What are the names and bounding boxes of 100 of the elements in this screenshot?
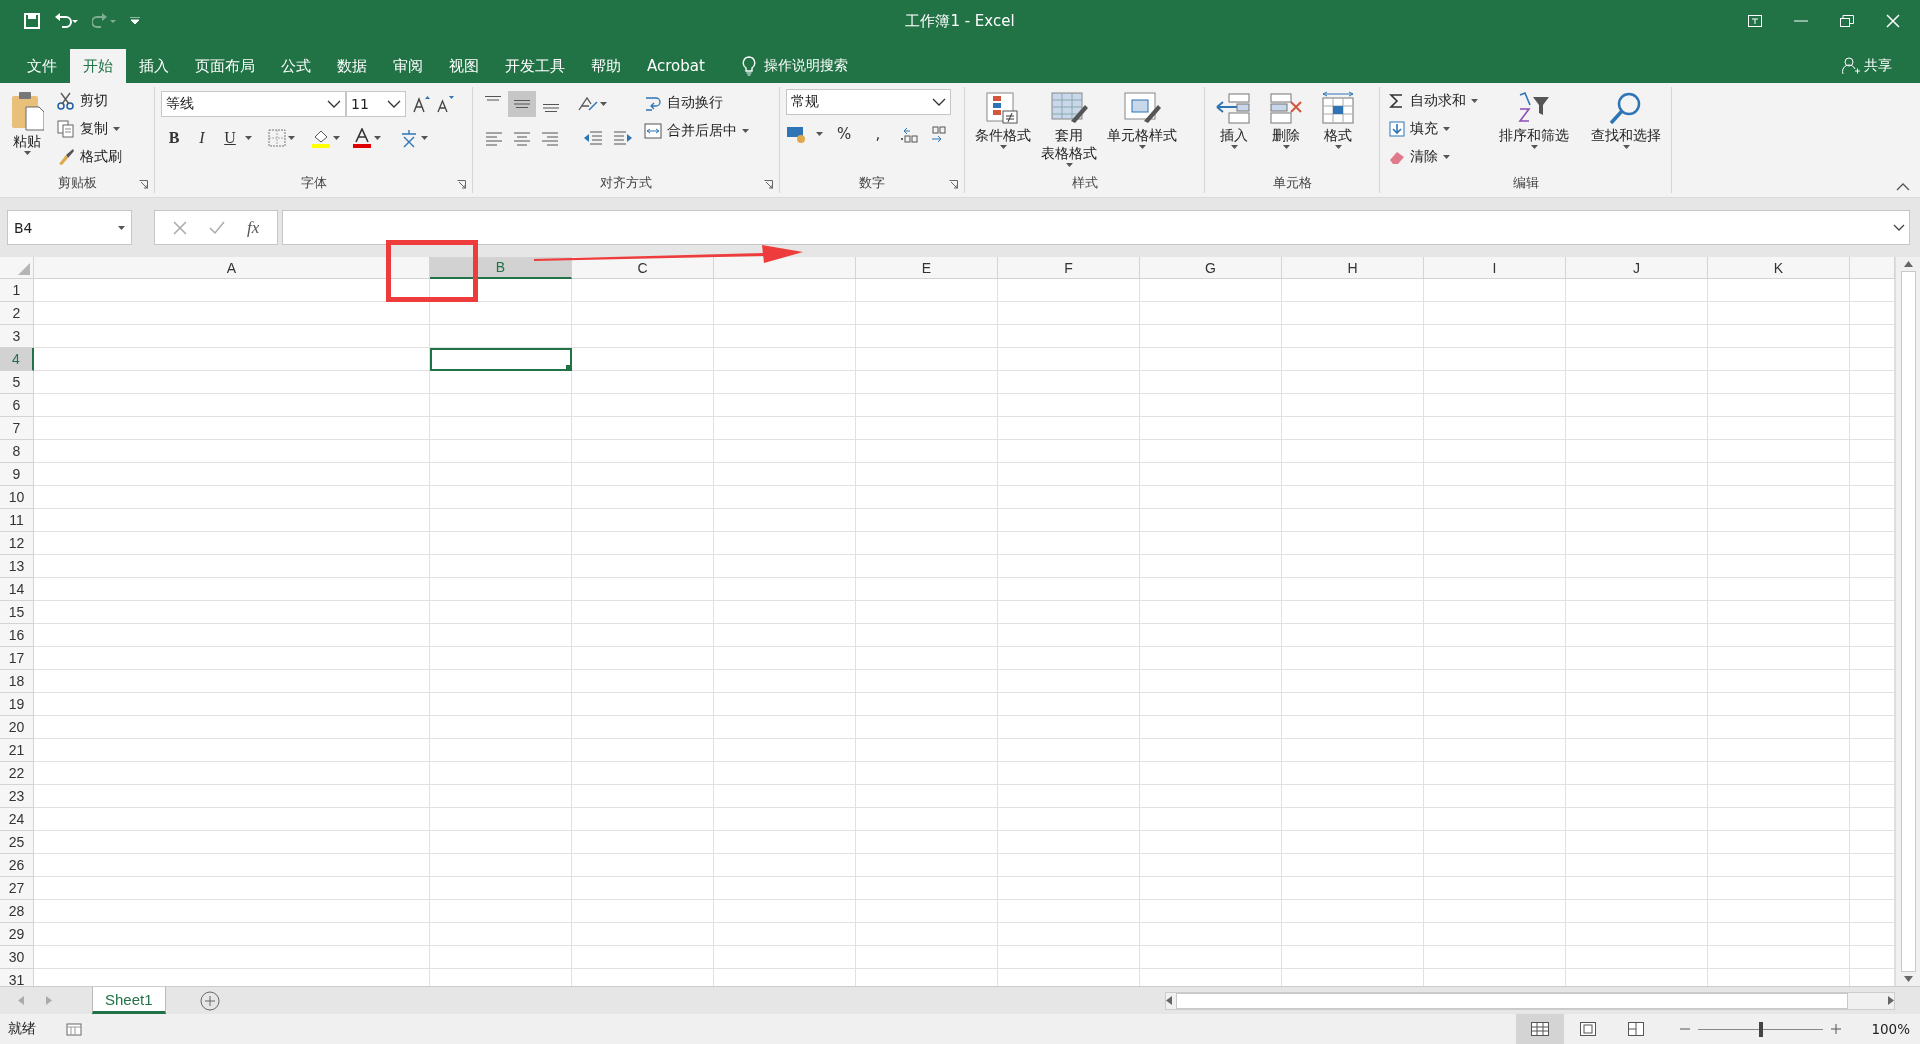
table-cell[interactable]	[430, 900, 572, 923]
table-cell[interactable]	[1708, 854, 1850, 877]
table-cell[interactable]	[1424, 762, 1566, 785]
table-cell[interactable]	[1424, 532, 1566, 555]
caret-icon[interactable]	[1443, 127, 1450, 131]
table-cell[interactable]	[572, 854, 714, 877]
table-cell[interactable]	[1566, 831, 1708, 854]
table-cell[interactable]	[1282, 509, 1424, 532]
table-cell[interactable]	[572, 440, 714, 463]
table-cell[interactable]	[1566, 325, 1708, 348]
table-cell[interactable]	[1424, 371, 1566, 394]
row-header[interactable]: 25	[0, 831, 34, 854]
table-cell[interactable]	[998, 808, 1140, 831]
table-cell[interactable]	[430, 463, 572, 486]
table-cell[interactable]	[856, 670, 998, 693]
dialog-launcher-icon[interactable]	[139, 180, 148, 189]
table-cell[interactable]	[1282, 325, 1424, 348]
scroll-left-icon[interactable]	[1166, 996, 1172, 1005]
table-cell[interactable]	[1140, 348, 1282, 371]
table-cell[interactable]	[714, 854, 856, 877]
row-header[interactable]: 4	[0, 348, 34, 371]
cells-button[interactable]: 删除	[1263, 89, 1309, 152]
table-cell[interactable]	[572, 831, 714, 854]
row-header[interactable]: 5	[0, 371, 34, 394]
row-header[interactable]: 17	[0, 647, 34, 670]
table-cell[interactable]	[572, 808, 714, 831]
table-cell[interactable]	[430, 555, 572, 578]
row-header[interactable]: 7	[0, 417, 34, 440]
table-cell[interactable]	[1708, 302, 1850, 325]
table-cell[interactable]	[572, 555, 714, 578]
table-cell[interactable]	[1424, 670, 1566, 693]
table-cell[interactable]	[1424, 831, 1566, 854]
scroll-down-icon[interactable]	[1903, 976, 1913, 982]
table-cell[interactable]	[1140, 440, 1282, 463]
row-header[interactable]: 23	[0, 785, 34, 808]
table-cell[interactable]	[430, 785, 572, 808]
table-cell[interactable]	[430, 762, 572, 785]
table-cell[interactable]	[1140, 739, 1282, 762]
table-cell[interactable]	[1140, 716, 1282, 739]
table-cell[interactable]	[1140, 532, 1282, 555]
table-cell[interactable]	[430, 854, 572, 877]
table-cell[interactable]	[1140, 808, 1282, 831]
table-cell[interactable]	[998, 348, 1140, 371]
table-cell[interactable]	[430, 647, 572, 670]
active-cell[interactable]	[430, 348, 572, 371]
table-cell[interactable]	[34, 371, 430, 394]
table-cell[interactable]	[1424, 348, 1566, 371]
table-cell[interactable]	[34, 486, 430, 509]
column-header[interactable]: A	[34, 257, 430, 279]
table-cell[interactable]	[1424, 946, 1566, 969]
row-header[interactable]: 26	[0, 854, 34, 877]
table-cell[interactable]	[856, 647, 998, 670]
row-header[interactable]: 1	[0, 279, 34, 302]
table-cell[interactable]	[1708, 670, 1850, 693]
row-header[interactable]: 6	[0, 394, 34, 417]
column-header[interactable]	[1850, 257, 1895, 279]
row-header[interactable]: 14	[0, 578, 34, 601]
table-cell[interactable]	[1282, 693, 1424, 716]
table-cell[interactable]	[1708, 348, 1850, 371]
table-cell[interactable]	[998, 463, 1140, 486]
row-header[interactable]: 19	[0, 693, 34, 716]
table-cell[interactable]	[572, 463, 714, 486]
align-left-icon[interactable]	[485, 130, 503, 146]
table-cell[interactable]	[1282, 302, 1424, 325]
table-cell[interactable]	[998, 624, 1140, 647]
row-header[interactable]: 24	[0, 808, 34, 831]
row-header[interactable]: 8	[0, 440, 34, 463]
table-cell[interactable]	[1708, 716, 1850, 739]
table-cell[interactable]	[856, 532, 998, 555]
table-cell[interactable]	[998, 394, 1140, 417]
align-right-icon[interactable]	[541, 130, 559, 146]
table-cell[interactable]	[1566, 532, 1708, 555]
caret-icon[interactable]	[23, 151, 31, 156]
table-cell[interactable]	[714, 923, 856, 946]
number-format-dropdown[interactable]: 常规	[786, 89, 951, 115]
zoom-in-icon[interactable]	[1831, 1024, 1842, 1034]
table-cell[interactable]	[1282, 394, 1424, 417]
caret-icon[interactable]	[1230, 145, 1238, 150]
table-cell[interactable]	[998, 279, 1140, 302]
table-cell[interactable]	[430, 371, 572, 394]
table-cell[interactable]	[998, 762, 1140, 785]
table-cell[interactable]	[430, 486, 572, 509]
table-cell[interactable]	[1140, 371, 1282, 394]
table-cell[interactable]	[714, 785, 856, 808]
decrease-indent-icon[interactable]	[583, 130, 603, 146]
table-cell[interactable]	[1140, 509, 1282, 532]
row-header[interactable]: 30	[0, 946, 34, 969]
table-cell[interactable]	[714, 900, 856, 923]
table-cell[interactable]	[1708, 739, 1850, 762]
table-cell[interactable]	[856, 693, 998, 716]
insert-function-button[interactable]: fx	[247, 217, 260, 238]
table-cell[interactable]	[856, 486, 998, 509]
table-cell[interactable]	[1424, 394, 1566, 417]
table-cell[interactable]	[1566, 509, 1708, 532]
table-cell[interactable]	[1708, 601, 1850, 624]
font-color-icon[interactable]	[352, 128, 372, 148]
table-cell[interactable]	[572, 509, 714, 532]
table-cell[interactable]	[1140, 578, 1282, 601]
table-cell[interactable]	[998, 739, 1140, 762]
table-cell[interactable]	[998, 670, 1140, 693]
